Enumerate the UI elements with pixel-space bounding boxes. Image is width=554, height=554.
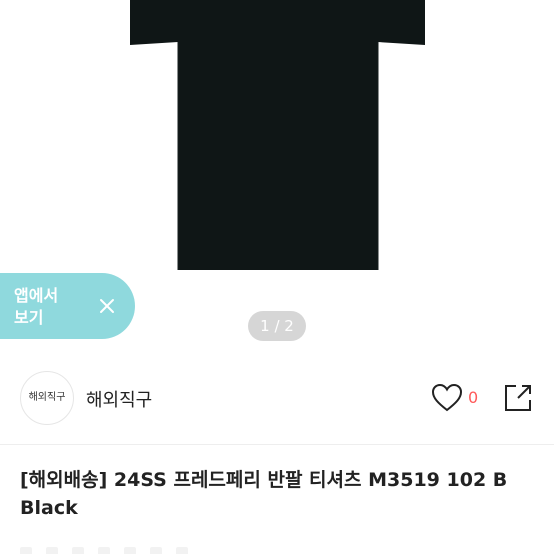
like-count: 0 [468, 388, 479, 407]
seller-row: 해외직구 해외직구 0 [0, 352, 554, 445]
seller-name[interactable]: 해외직구 [86, 386, 152, 412]
heart-icon[interactable] [430, 382, 464, 414]
share-icon[interactable] [502, 382, 534, 414]
image-pager: 1 / 2 [248, 311, 306, 341]
open-in-app-banner[interactable]: 앱에서 보기 [0, 273, 135, 339]
product-title: [해외배송] 24SS 프레드페리 반팔 티셔츠 M3519 102 B Bla… [20, 469, 508, 519]
open-in-app-label: 앱에서 보기 [14, 286, 59, 327]
rating-strip [20, 544, 220, 554]
seller-avatar[interactable]: 해외직구 [20, 371, 74, 425]
close-icon[interactable] [98, 297, 116, 315]
